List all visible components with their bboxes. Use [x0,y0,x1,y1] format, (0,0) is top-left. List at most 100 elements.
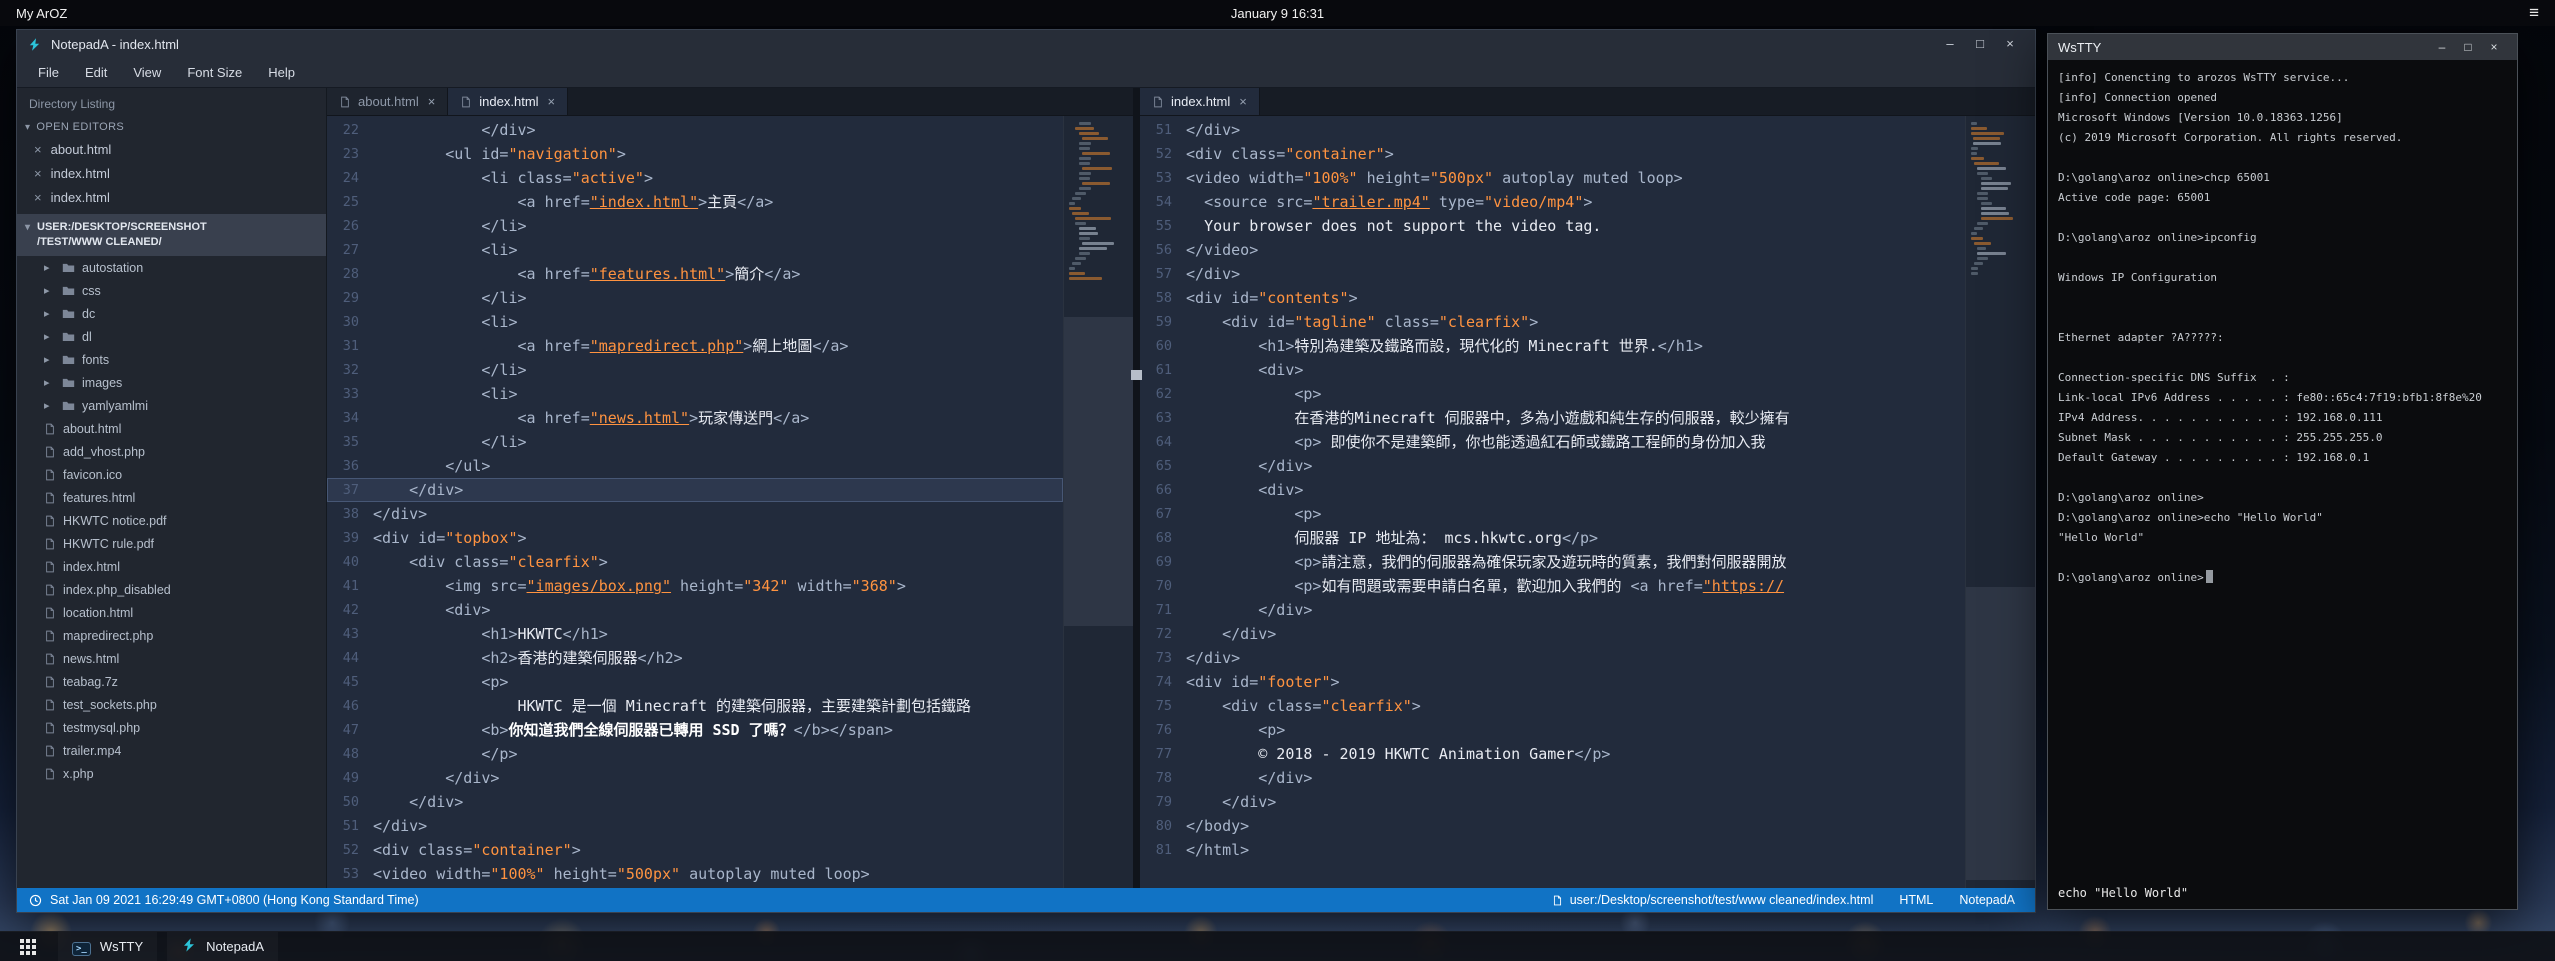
minimap-right[interactable] [1965,116,2035,888]
code-line[interactable]: 69 <p>請注意，我們的伺服器為確保玩家及遊玩時的質素，我們對伺服器開放 [1140,550,1965,574]
close-icon[interactable]: × [34,190,42,205]
scrollbar-thumb[interactable] [1966,587,2035,880]
tree-file[interactable]: testmysql.php [17,716,326,739]
tab-index.html[interactable]: index.html× [448,88,568,115]
tree-folder[interactable]: ▸yamlyamlmi [17,394,326,417]
code-line[interactable]: 61 <div> [1140,358,1965,382]
code-line[interactable]: 56</video> [1140,238,1965,262]
code-line[interactable]: 40 <div class="clearfix"> [327,550,1063,574]
code-line[interactable]: 73</div> [1140,646,1965,670]
tree-folder[interactable]: ▸fonts [17,348,326,371]
menu-font-size[interactable]: Font Size [174,65,255,80]
code-line[interactable]: 46 HKWTC 是一個 Minecraft 的建築伺服器，主要建築計劃包括鐵路 [327,694,1063,718]
tree-file[interactable]: about.html [17,417,326,440]
tree-file[interactable]: trailer.mp4 [17,739,326,762]
open-editor-item[interactable]: ×about.html [17,137,326,161]
code-line[interactable]: 77 © 2018 - 2019 HKWTC Animation Gamer</… [1140,742,1965,766]
close-button[interactable]: × [1995,30,2025,58]
tree-file[interactable]: favicon.ico [17,463,326,486]
code-line[interactable]: 22 </div> [327,118,1063,142]
code-line[interactable]: 29 </li> [327,286,1063,310]
code-line[interactable]: 38</div> [327,502,1063,526]
minimize-button[interactable]: – [2429,34,2455,60]
code-line[interactable]: 62 <p> [1140,382,1965,406]
code-line[interactable]: 57</div> [1140,262,1965,286]
tree-file[interactable]: add_vhost.php [17,440,326,463]
code-line[interactable]: 26 </li> [327,214,1063,238]
menu-edit[interactable]: Edit [72,65,120,80]
code-line[interactable]: 81</html> [1140,838,1965,862]
menu-file[interactable]: File [25,65,72,80]
code-line[interactable]: 63 在香港的Minecraft 伺服器中，多為小遊戲和純生存的伺服器，較少擁有 [1140,406,1965,430]
code-line[interactable]: 45 <p> [327,670,1063,694]
aroz-brand[interactable]: My ArOZ [16,6,67,21]
tree-file[interactable]: index.html [17,555,326,578]
close-icon[interactable]: × [34,142,42,157]
code-line[interactable]: 25 <a href="index.html">主頁</a> [327,190,1063,214]
minimap-left[interactable] [1063,116,1133,888]
open-editor-item[interactable]: ×index.html [17,185,326,209]
code-line[interactable]: 27 <li> [327,238,1063,262]
code-line[interactable]: 44 <h2>香港的建築伺服器</h2> [327,646,1063,670]
tree-file[interactable]: HKWTC rule.pdf [17,532,326,555]
terminal-input-echo[interactable]: echo "Hello World" [2058,883,2188,903]
open-editors-header[interactable]: ▾ OPEN EDITORS [17,117,326,137]
statusbar-language[interactable]: HTML [1899,893,1933,907]
tree-folder[interactable]: ▸css [17,279,326,302]
code-line[interactable]: 51</div> [327,814,1063,838]
code-line[interactable]: 60 <h1>特別為建築及鐵路而設，現代化的 Minecraft 世界.</h1… [1140,334,1965,358]
tree-file[interactable]: location.html [17,601,326,624]
code-line[interactable]: 48 </p> [327,742,1063,766]
close-icon[interactable]: × [428,94,436,109]
code-line[interactable]: 30 <li> [327,310,1063,334]
wstty-titlebar[interactable]: WsTTY – □ × [2048,34,2517,60]
code-line[interactable]: 53<video width="100%" height="500px" aut… [1140,166,1965,190]
tree-file[interactable]: features.html [17,486,326,509]
tree-folder[interactable]: ▸images [17,371,326,394]
code-line[interactable]: 31 <a href="mapredirect.php">網上地圖</a> [327,334,1063,358]
tab-index.html[interactable]: index.html× [1140,88,1260,115]
close-icon[interactable]: × [548,94,556,109]
code-line[interactable]: 39<div id="topbox"> [327,526,1063,550]
tree-file[interactable]: test_sockets.php [17,693,326,716]
code-editor-left[interactable]: 22 </div>23 <ul id="navigation">24 <li c… [327,116,1063,888]
tree-folder[interactable]: ▸autostation [17,256,326,279]
code-line[interactable]: 59 <div id="tagline" class="clearfix"> [1140,310,1965,334]
code-line[interactable]: 79 </div> [1140,790,1965,814]
start-menu-button[interactable] [8,939,48,955]
code-line[interactable]: 24 <li class="active"> [327,166,1063,190]
workspace-root[interactable]: ▾ USER:/DESKTOP/SCREENSHOT /TEST/WWW CLE… [17,214,326,256]
statusbar-filepath-group[interactable]: user:/Desktop/screenshot/test/www cleane… [1552,893,1874,907]
code-line[interactable]: 78 </div> [1140,766,1965,790]
code-line[interactable]: 34 <a href="news.html">玩家傳送門</a> [327,406,1063,430]
tree-file[interactable]: news.html [17,647,326,670]
code-line[interactable]: 52<div class="container"> [1140,142,1965,166]
tree-file[interactable]: mapredirect.php [17,624,326,647]
tree-file[interactable]: index.php_disabled [17,578,326,601]
tree-file[interactable]: HKWTC notice.pdf [17,509,326,532]
tree-file[interactable]: x.php [17,762,326,785]
splitter-handle[interactable] [1131,370,1142,380]
notepada-titlebar[interactable]: NotepadA - index.html – □ × [17,30,2035,58]
code-line[interactable]: 80</body> [1140,814,1965,838]
code-line[interactable]: 65 </div> [1140,454,1965,478]
maximize-button[interactable]: □ [1965,30,1995,58]
code-line[interactable]: 72 </div> [1140,622,1965,646]
close-icon[interactable]: × [1239,94,1247,109]
code-line[interactable]: 52<div class="container"> [327,838,1063,862]
code-line[interactable]: 41 <img src="images/box.png" height="342… [327,574,1063,598]
code-line[interactable]: 50 </div> [327,790,1063,814]
code-line[interactable]: 76 <p> [1140,718,1965,742]
code-line[interactable]: 28 <a href="features.html">簡介</a> [327,262,1063,286]
close-button[interactable]: × [2481,34,2507,60]
tree-file[interactable]: teabag.7z [17,670,326,693]
code-line[interactable]: 55 Your browser does not support the vid… [1140,214,1965,238]
tab-about.html[interactable]: about.html× [327,88,448,115]
code-line[interactable]: 43 <h1>HKWTC</h1> [327,622,1063,646]
code-line[interactable]: 70 <p>如有問題或需要申請白名單，歡迎加入我們的 <a href="http… [1140,574,1965,598]
code-line[interactable]: 53<video width="100%" height="500px" aut… [327,862,1063,886]
code-line[interactable]: 75 <div class="clearfix"> [1140,694,1965,718]
pane-splitter[interactable] [1133,88,1140,888]
code-line[interactable]: 47 <b>你知道我們全線伺服器已轉用 SSD 了嗎？</b></span> [327,718,1063,742]
code-line[interactable]: 74<div id="footer"> [1140,670,1965,694]
